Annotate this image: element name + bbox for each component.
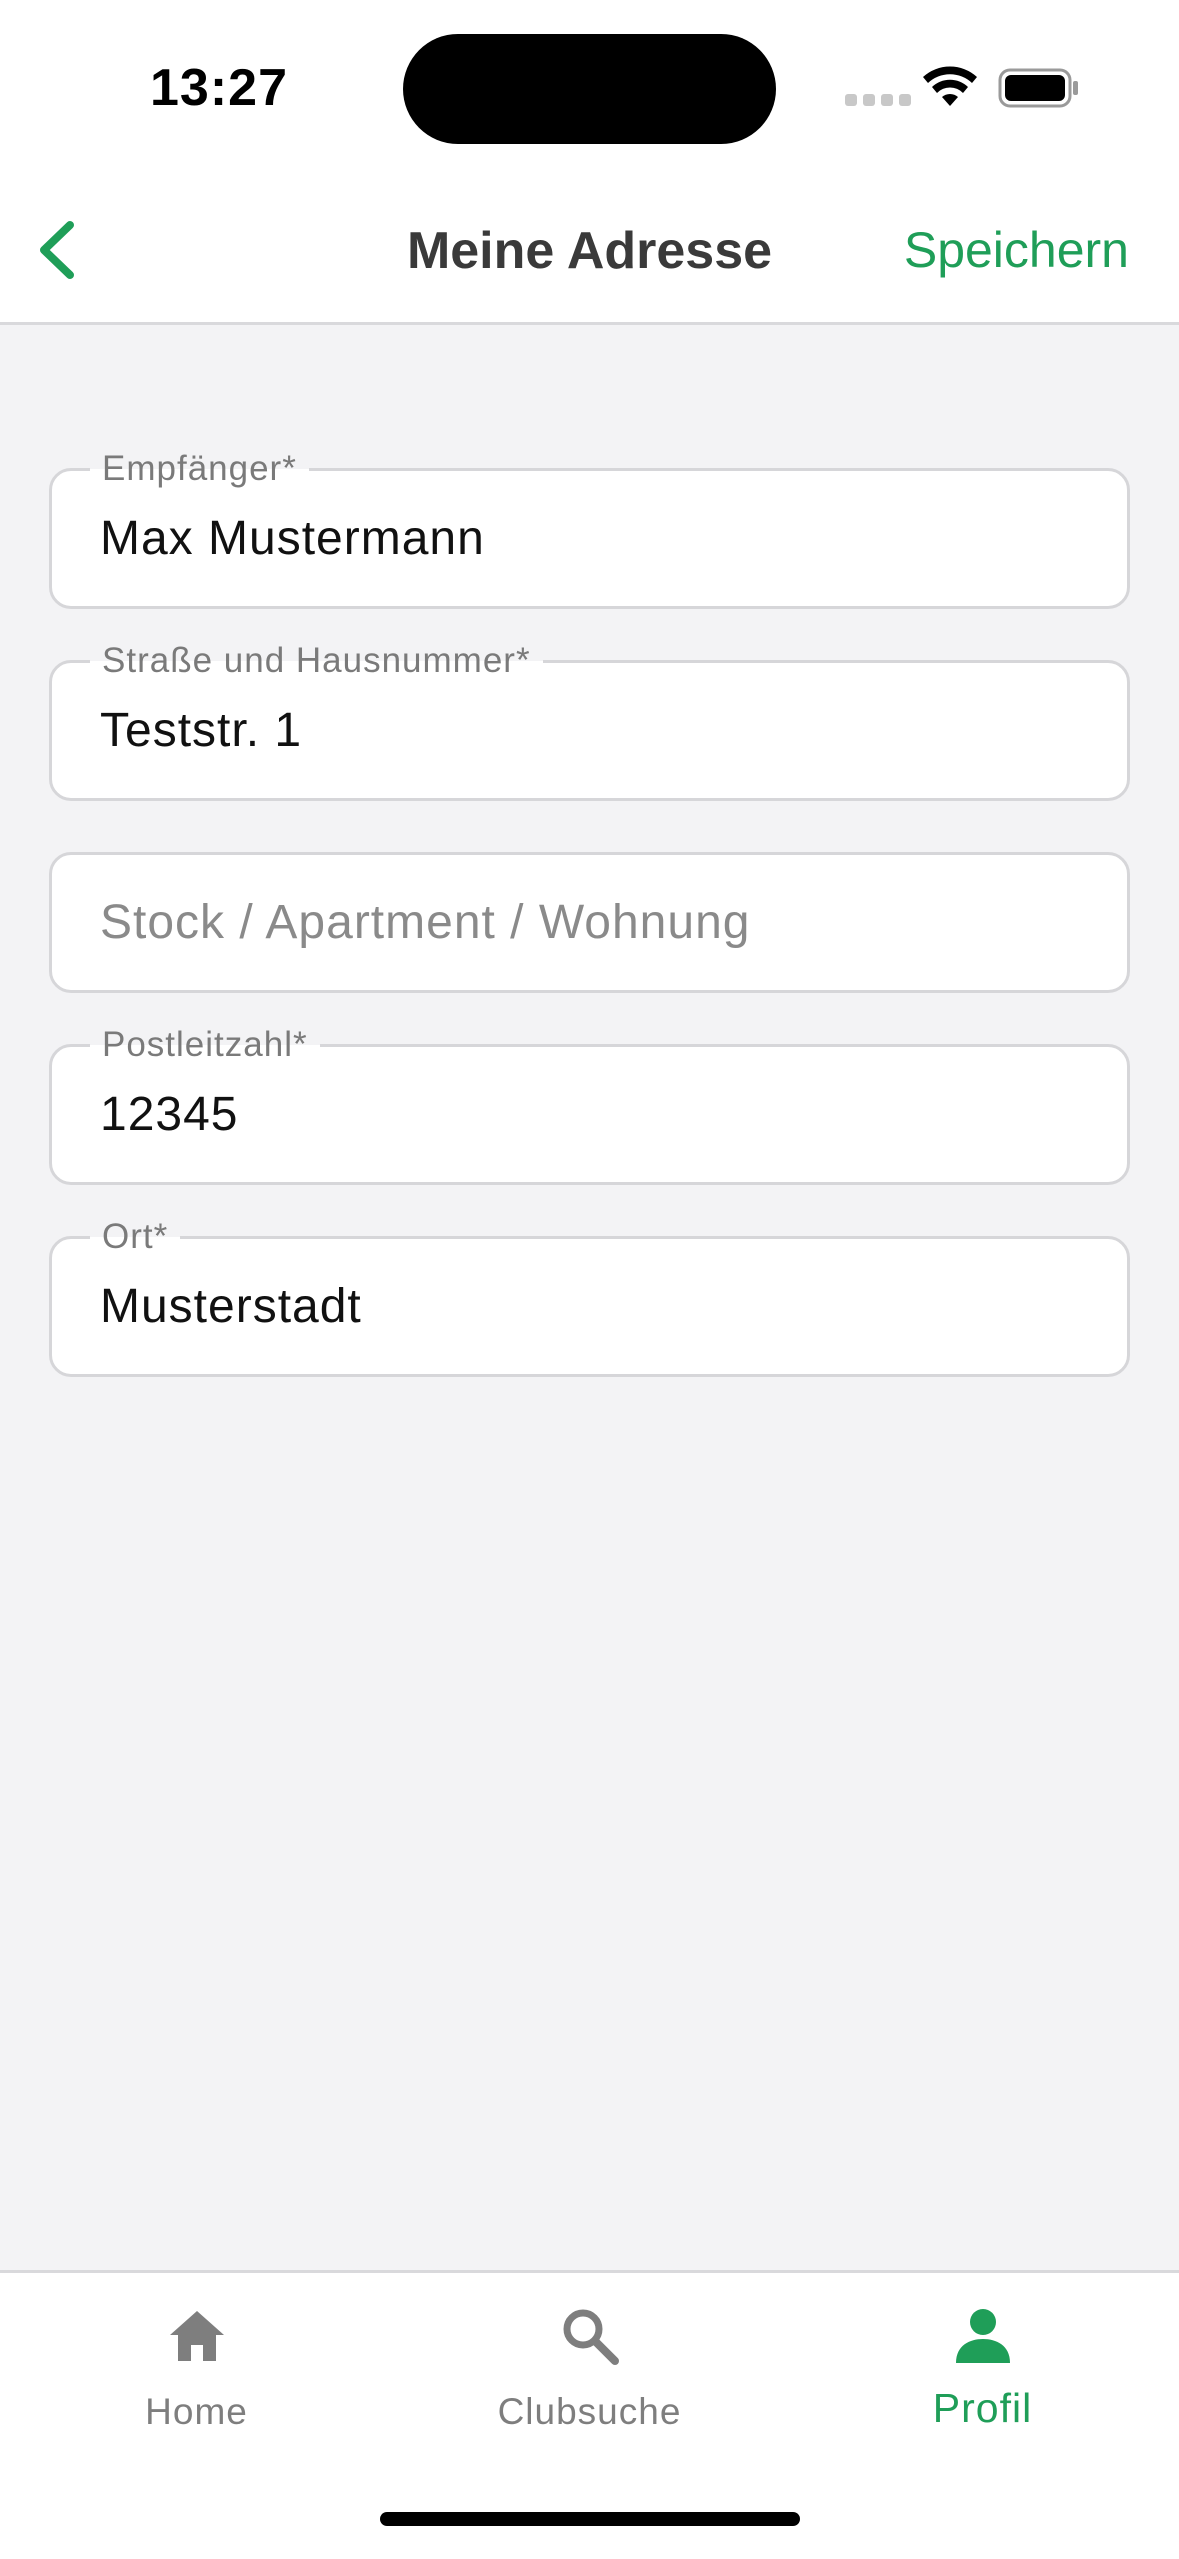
recipient-field-label: Empfänger*	[90, 447, 309, 491]
tab-home-label: Home	[145, 2391, 248, 2432]
cellular-signal-icon	[845, 94, 911, 106]
battery-icon	[998, 68, 1078, 108]
tab-clubsuche-label: Clubsuche	[497, 2391, 682, 2432]
city-field[interactable]: Ort* Musterstadt	[49, 1215, 1130, 1377]
status-bar: 13:27	[0, 0, 1179, 175]
postal-code-field-value: 12345	[100, 1088, 239, 1141]
tab-profil-label: Profil	[932, 2385, 1033, 2431]
tab-clubsuche[interactable]: Clubsuche	[393, 2273, 786, 2463]
tab-profil[interactable]: Profil	[786, 2273, 1179, 2463]
street-field-label: Straße und Hausnummer*	[90, 639, 543, 683]
recipient-field[interactable]: Empfänger* Max Mustermann	[49, 447, 1130, 609]
street-field-value: Teststr. 1	[100, 704, 303, 757]
apartment-field-placeholder: Stock / Apartment / Wohnung	[100, 896, 751, 949]
street-field[interactable]: Straße und Hausnummer* Teststr. 1	[49, 639, 1130, 801]
home-indicator	[380, 2512, 800, 2526]
wifi-icon	[923, 66, 977, 106]
person-icon	[955, 2309, 1010, 2363]
dynamic-island	[403, 34, 776, 144]
save-button[interactable]: Speichern	[904, 221, 1129, 279]
apartment-field[interactable]: Stock / Apartment / Wohnung	[49, 852, 1130, 993]
navigation-header: Meine Adresse Speichern	[0, 175, 1179, 325]
postal-code-field-label: Postleitzahl*	[90, 1023, 320, 1067]
postal-code-field[interactable]: Postleitzahl* 12345	[49, 1023, 1130, 1185]
search-icon	[563, 2309, 619, 2365]
home-icon	[169, 2311, 224, 2361]
city-field-value: Musterstadt	[100, 1280, 362, 1333]
recipient-field-value: Max Mustermann	[100, 512, 485, 565]
tab-home[interactable]: Home	[0, 2273, 393, 2463]
status-time: 13:27	[150, 59, 288, 117]
city-field-label: Ort*	[90, 1215, 181, 1259]
